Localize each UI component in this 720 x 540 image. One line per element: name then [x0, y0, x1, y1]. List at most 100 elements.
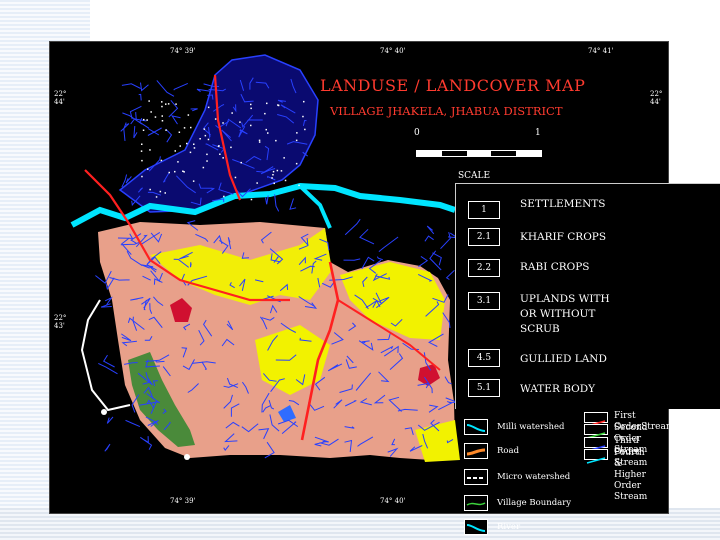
settlement-dot	[179, 145, 181, 147]
settlement-dot	[193, 147, 196, 149]
stream-segment	[343, 258, 361, 261]
settlement-dot	[186, 142, 188, 145]
settlement-dot	[165, 103, 167, 105]
road-line-icon	[464, 443, 488, 459]
stream-segment	[432, 252, 442, 266]
settlement-dot	[258, 139, 261, 142]
settlement-dot	[183, 127, 186, 129]
cyan-stream-icon	[584, 449, 608, 464]
legend-label: SETTLEMENTS	[520, 198, 606, 210]
settlement-dot	[222, 157, 224, 159]
settlement-dot	[295, 139, 298, 142]
settlement-dot	[230, 146, 232, 149]
legend-label: RABI CROPS	[520, 261, 590, 273]
legend-item-rabi-crops: 2.2 RABI CROPS	[468, 259, 590, 277]
settlement-dot	[142, 129, 145, 131]
settlement-dot	[277, 104, 280, 107]
stream-segment	[196, 88, 211, 93]
stream-segment	[190, 262, 192, 268]
settlement-dot	[164, 192, 166, 194]
scale-label: SCALE	[458, 171, 491, 181]
stream-segment	[165, 128, 173, 143]
coord-bottom-1: 74° 39'	[170, 497, 196, 505]
stream-segment	[429, 250, 442, 271]
legend-label: GULLIED LAND	[520, 353, 607, 365]
settlement-dot	[143, 118, 145, 121]
legend-label: UPLANDS WITH OR WITHOUT SCRUB	[520, 293, 610, 335]
coord-bottom-2: 74° 40'	[380, 497, 406, 505]
settlement-dot	[187, 114, 190, 116]
stream-segment	[378, 236, 399, 252]
dashed-line-icon	[464, 469, 488, 485]
settlement-dot	[193, 143, 195, 145]
settlement-dot	[154, 116, 157, 118]
stream-segment	[376, 256, 383, 261]
legend-code: 4.5	[468, 349, 500, 367]
legend-item-gullied-land: 4.5 GULLIED LAND	[468, 349, 607, 367]
settlement-dot	[161, 105, 163, 108]
settlement-dot	[250, 198, 253, 201]
settlement-dot	[140, 150, 143, 152]
stream-segment	[140, 82, 149, 92]
stream-segment	[170, 115, 181, 125]
settlement-dot	[168, 171, 170, 174]
scale-bar	[416, 150, 542, 157]
symbol-item-micro-watershed: Micro watershed	[464, 469, 570, 485]
legend-code: 3.1	[468, 292, 500, 310]
settlement-dot	[141, 143, 143, 145]
symbol-label: Micro watershed	[497, 472, 571, 482]
settlement-dot	[265, 128, 267, 131]
boundary-marker	[184, 454, 190, 460]
settlement-dot	[146, 119, 148, 121]
settlement-dot	[147, 168, 149, 170]
stream-segment	[426, 225, 435, 235]
settlement-dot	[206, 153, 208, 156]
settlement-dot	[273, 182, 275, 185]
settlement-dot	[199, 138, 201, 140]
stream-segment	[359, 228, 375, 245]
settlement-dot	[189, 151, 192, 154]
settlement-dot	[150, 111, 152, 113]
settlement-dot	[276, 169, 279, 172]
settlement-dot	[280, 170, 283, 172]
settlement-dot	[217, 145, 220, 148]
cyan-line-icon	[464, 419, 488, 435]
settlement-dot	[174, 170, 176, 173]
stream-item-fourth-order: Fourth & Higher Order Stream	[584, 448, 647, 503]
stream-segment	[106, 416, 114, 424]
settlement-dot	[202, 166, 205, 169]
stream-segment	[98, 362, 118, 375]
settlement-dot	[264, 112, 266, 115]
settlement-dot	[149, 149, 151, 151]
settlement-dot	[239, 121, 241, 123]
settlement-dot	[141, 159, 143, 162]
settlement-dot	[304, 128, 306, 131]
settlement-dot	[298, 184, 300, 187]
symbol-item-road: Road	[464, 443, 519, 459]
settlement-dot	[240, 161, 242, 164]
settlement-dot	[175, 103, 177, 105]
stream-segment	[344, 218, 361, 236]
settlement-dot	[219, 153, 221, 155]
symbol-item-village-boundary: Village Boundary	[464, 495, 571, 511]
settlement-dot	[182, 170, 184, 172]
symbol-label: River	[497, 522, 521, 532]
landuse-legend: 1 SETTLEMENTS 2.1 KHARIF CROPS 2.2 RABI …	[455, 183, 720, 409]
stream-segment	[143, 436, 149, 444]
settlement-dot	[161, 115, 163, 117]
settlement-dot	[275, 139, 277, 142]
legend-label: KHARIF CROPS	[520, 231, 607, 243]
stream-segment	[123, 122, 127, 141]
settlement-dot	[303, 100, 305, 103]
settlement-dot	[206, 160, 208, 162]
stream-segment	[440, 231, 451, 250]
river-line	[298, 184, 332, 229]
legend-code: 1	[468, 201, 500, 219]
legend-item-kharif-crops: 2.1 KHARIF CROPS	[468, 228, 606, 246]
settlement-dot	[204, 134, 207, 137]
symbol-item-milli-watershed: Milli watershed	[464, 419, 564, 435]
stream-segment	[156, 80, 175, 97]
coord-top-1: 74° 39'	[170, 47, 196, 55]
settlement-dot	[207, 106, 210, 109]
settlement-dot	[183, 171, 185, 173]
